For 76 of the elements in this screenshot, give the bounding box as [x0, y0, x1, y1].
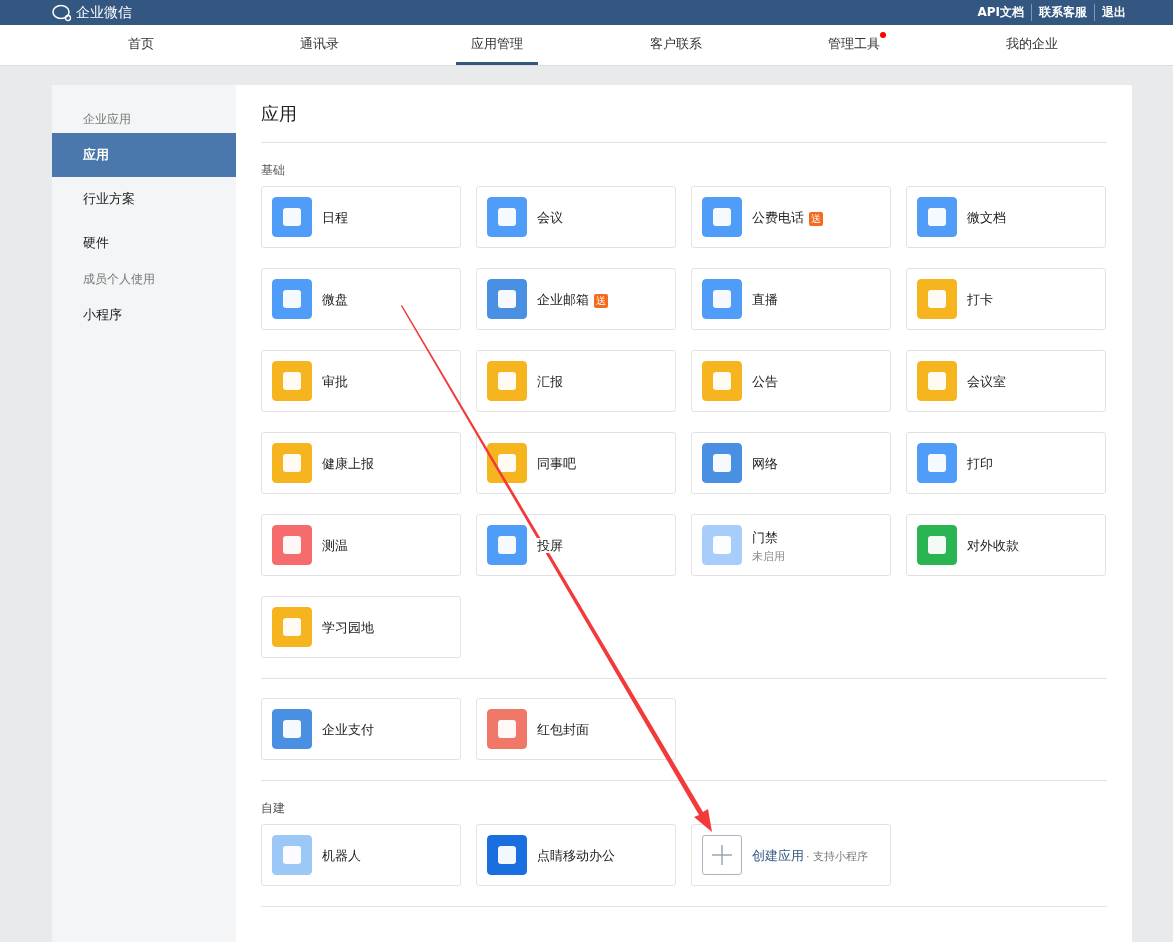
sidebar-item[interactable]: 行业方案 — [52, 177, 236, 221]
app-card[interactable]: 网络 — [691, 432, 891, 494]
app-card[interactable]: 学习园地 — [261, 596, 461, 658]
app-name: 同事吧 — [537, 456, 576, 471]
header-link[interactable]: API文档 — [970, 4, 1031, 21]
app-name: 红包封面 — [537, 722, 589, 737]
app-name: 微文档 — [967, 210, 1006, 225]
app-name: 学习园地 — [322, 620, 374, 635]
app-card[interactable]: 点睛移动办公 — [476, 824, 676, 886]
app-name: 公告 — [752, 374, 778, 389]
app-name: 企业邮箱 — [537, 292, 589, 307]
app-card[interactable]: 机器人 — [261, 824, 461, 886]
header-link[interactable]: 联系客服 — [1031, 4, 1094, 21]
app-card[interactable]: 会议 — [476, 186, 676, 248]
app-name: 日程 — [322, 210, 348, 225]
app-name: 健康上报 — [322, 456, 374, 471]
nav-tab[interactable]: 客户联系 — [634, 25, 717, 65]
sidebar-heading: 企业应用 — [82, 111, 132, 128]
app-card[interactable]: 公告 — [691, 350, 891, 412]
nav-tab[interactable]: 我的企业 — [990, 25, 1073, 65]
app-card[interactable]: 日程 — [261, 186, 461, 248]
app-name: 打印 — [967, 456, 993, 471]
section-heading: 基础 — [261, 162, 286, 179]
app-name: 企业支付 — [322, 722, 374, 737]
app-card[interactable]: 打卡 — [906, 268, 1106, 330]
app-card[interactable]: 健康上报 — [261, 432, 461, 494]
sidebar-heading: 成员个人使用 — [82, 271, 156, 288]
sidebar-item[interactable]: 应用 — [52, 133, 236, 177]
app-name: 测温 — [322, 538, 348, 553]
app-card[interactable]: 公费电话 送 — [691, 186, 891, 248]
app-card[interactable]: 企业邮箱 送 — [476, 268, 676, 330]
app-card[interactable]: 微文档 — [906, 186, 1106, 248]
app-name: 对外收款 — [967, 538, 1019, 553]
app-name: 机器人 — [322, 848, 361, 863]
create-app-note: · 支持小程序 — [806, 850, 868, 863]
section-heading: 自建 — [261, 800, 286, 817]
app-card[interactable]: 企业支付 — [261, 698, 461, 760]
app-name: 点睛移动办公 — [537, 848, 615, 863]
header-link[interactable]: 退出 — [1094, 4, 1133, 21]
nav-tab[interactable]: 通讯录 — [284, 25, 354, 65]
page-title: 应用 — [261, 85, 1107, 143]
app-name: 直播 — [752, 292, 778, 307]
app-card[interactable]: 红包封面 — [476, 698, 676, 760]
app-name: 公费电话 — [752, 210, 804, 225]
app-name: 微盘 — [322, 292, 348, 307]
app-name: 汇报 — [537, 374, 563, 389]
app-name: 门禁 — [752, 529, 778, 545]
app-card[interactable]: 汇报 — [476, 350, 676, 412]
app-card[interactable]: 测温 — [261, 514, 461, 576]
app-name: 网络 — [752, 456, 778, 471]
gift-badge: 送 — [809, 212, 823, 226]
app-status: 未启用 — [752, 548, 785, 564]
app-name: 投屏 — [537, 538, 563, 553]
app-card[interactable]: 门禁 未启用 — [691, 514, 891, 576]
app-name: 会议室 — [967, 374, 1006, 389]
app-name: 会议 — [537, 210, 563, 225]
logo-text: 企业微信 — [76, 3, 132, 22]
app-card[interactable]: 打印 — [906, 432, 1106, 494]
sidebar-item[interactable]: 硬件 — [52, 221, 236, 265]
chat-bubble-icon — [52, 3, 72, 22]
sidebar-item[interactable]: 小程序 — [52, 293, 236, 337]
app-card[interactable]: 对外收款 — [906, 514, 1106, 576]
app-card[interactable]: 会议室 — [906, 350, 1106, 412]
app-card[interactable]: 同事吧 — [476, 432, 676, 494]
app-name: 打卡 — [967, 292, 993, 307]
app-card[interactable]: 直播 — [691, 268, 891, 330]
create-app-button[interactable]: 创建应用· 支持小程序 — [691, 824, 891, 886]
nav-tab[interactable]: 管理工具 — [812, 25, 895, 65]
nav-tab[interactable]: 首页 — [113, 25, 170, 65]
app-card[interactable]: 审批 — [261, 350, 461, 412]
nav-tab[interactable]: 应用管理 — [456, 25, 539, 65]
app-name: 审批 — [322, 374, 348, 389]
gift-badge: 送 — [594, 294, 608, 308]
plus-icon — [702, 835, 742, 875]
app-card[interactable]: 微盘 — [261, 268, 461, 330]
app-card[interactable]: 投屏 — [476, 514, 676, 576]
